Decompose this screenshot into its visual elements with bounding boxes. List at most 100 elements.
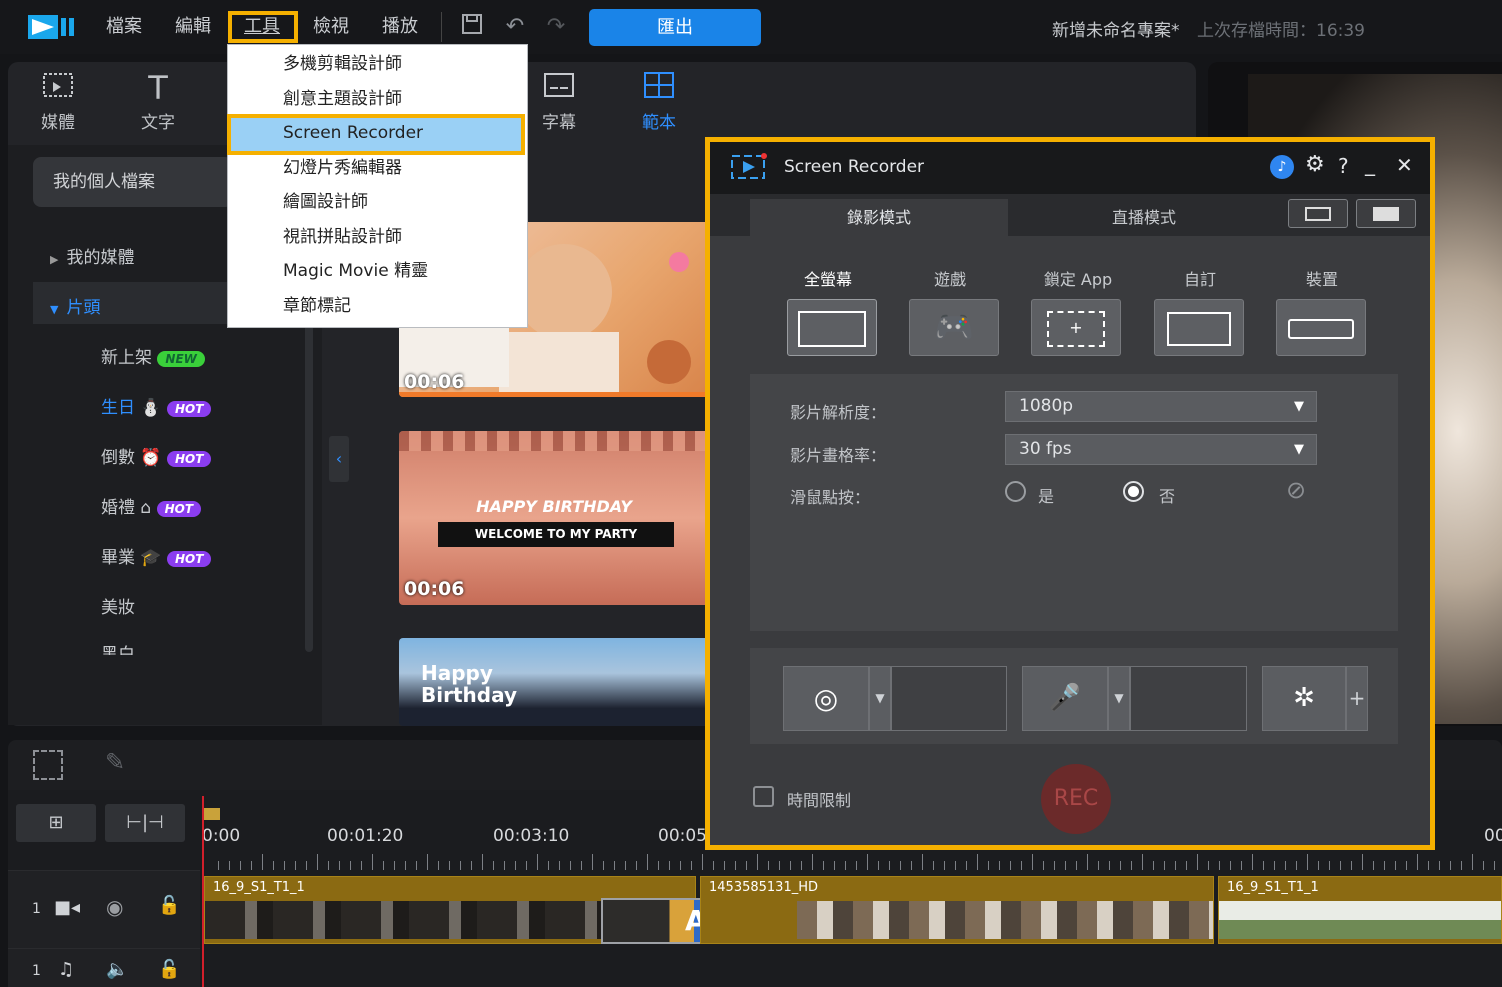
ruler-tick [339, 861, 340, 870]
tab-subtitle[interactable]: 字幕 [524, 70, 594, 133]
timeline-clip[interactable]: 1453585131_HD [700, 876, 1214, 944]
rec-button[interactable]: REC [1041, 764, 1111, 834]
marker-icon[interactable] [204, 808, 220, 820]
ruler-tick [1197, 854, 1198, 870]
pen-icon[interactable]: ✎ [105, 748, 125, 776]
disabled-icon[interactable]: ⊘ [1286, 476, 1306, 504]
game-mode-button[interactable]: 🎮 [909, 299, 999, 356]
undo-icon[interactable]: ↶ [500, 12, 530, 42]
clip-label: 1453585131_HD [709, 880, 818, 895]
framerate-select[interactable]: 30 fps ▼ [1005, 434, 1317, 465]
my-files-button[interactable]: 我的個人檔案 [33, 157, 233, 207]
ruler-tick [1142, 854, 1143, 870]
tab-record-mode[interactable]: 錄影模式 [750, 199, 1008, 236]
fullscreen-mode-button[interactable] [787, 299, 877, 356]
ruler-tick [350, 861, 351, 870]
film-strip [399, 431, 709, 451]
window-toggle[interactable] [1356, 199, 1416, 228]
menu-file[interactable]: 檔案 [100, 14, 148, 40]
thumb-duration: 00:06 [404, 371, 465, 393]
ruler-tick [1285, 861, 1286, 870]
category-wedding[interactable]: 婚禮 ⌂ HOT [101, 493, 202, 518]
device-row: ◎ ▼ 🎤 ▼ ✲ + [750, 648, 1398, 744]
lock-app-mode-button[interactable]: + [1031, 299, 1121, 356]
collapse-sidebar-button[interactable]: ‹ [329, 436, 349, 482]
recorder-title: Screen Recorder [784, 157, 925, 177]
ruler-tick [636, 861, 637, 870]
category-new[interactable]: 新上架 NEW [101, 343, 205, 368]
redo-icon[interactable]: ↷ [541, 12, 571, 42]
minimize-icon[interactable]: _ [1365, 152, 1375, 176]
tab-media[interactable]: 媒體 [23, 70, 93, 133]
clip-frames [1219, 901, 1501, 939]
fit-timeline-button[interactable]: ⊢|⊣ [105, 804, 185, 842]
export-button[interactable]: 匯出 [589, 9, 761, 46]
track-manager-button[interactable]: ⊞ [16, 804, 96, 842]
webcam-dropdown[interactable]: ▼ [869, 666, 891, 731]
menu-view[interactable]: 檢視 [307, 14, 355, 40]
tab-text[interactable]: T 文字 [123, 70, 193, 133]
ruler-tick [658, 861, 659, 870]
time-limit-checkbox[interactable] [753, 786, 774, 807]
clip-label: 16_9_S1_T1_1 [1227, 880, 1319, 895]
menu-item-magic-movie[interactable]: Magic Movie 精靈 [228, 254, 527, 288]
category-countdown[interactable]: 倒數 ⏰ HOT [101, 443, 212, 468]
ruler-tick [691, 861, 692, 870]
ruler-tick [603, 861, 604, 870]
effects-button[interactable]: ✲ [1262, 666, 1346, 731]
menu-item-paint-designer[interactable]: 繪圖設計師 [228, 185, 527, 219]
tab-live-mode[interactable]: 直播模式 [1015, 199, 1273, 236]
close-icon[interactable]: ✕ [1396, 153, 1413, 177]
microphone-dropdown[interactable]: ▼ [1108, 666, 1130, 731]
category-bw[interactable]: 黑白 [101, 640, 161, 655]
dropdown-arrow-icon: ▼ [1294, 442, 1304, 457]
ruler-tick [1483, 861, 1484, 870]
gamepad-icon: 🎮 [934, 308, 974, 346]
lock-icon[interactable]: 🔓 [158, 959, 180, 980]
webcam-button[interactable]: ◎ [783, 666, 869, 731]
ruler-tick [680, 861, 681, 870]
eye-icon[interactable]: ◉ [106, 895, 123, 919]
template-thumb-3[interactable]: Happy Birthday [399, 638, 709, 726]
timeline-clip[interactable]: 16_9_S1_T1_1 [1218, 876, 1502, 944]
notification-bell-icon[interactable]: ♪ [1270, 155, 1294, 179]
menu-item-collage[interactable]: 視訊拼貼設計師 [228, 220, 527, 254]
help-icon[interactable]: ? [1338, 154, 1349, 178]
tree-my-media[interactable]: ▶ 我的媒體 [50, 243, 134, 268]
ruler-tick [1362, 854, 1363, 870]
menu-item-screen-recorder[interactable]: Screen Recorder [228, 116, 527, 150]
menu-item-multicam[interactable]: 多機剪輯設計師 [228, 47, 527, 81]
clip-label: 16_9_S1_T1_1 [213, 880, 305, 895]
ruler-tick [273, 861, 274, 870]
ruler-tick [834, 861, 835, 870]
fullscreen-toggle[interactable] [1288, 199, 1348, 228]
category-makeup[interactable]: 美妝 [101, 593, 135, 618]
tab-label: 文字 [141, 113, 175, 133]
tree-intro[interactable]: ▼ 片頭 [50, 293, 100, 318]
hot-badge: HOT [166, 401, 212, 417]
menu-play[interactable]: 播放 [376, 14, 424, 40]
microphone-button[interactable]: 🎤 [1022, 666, 1108, 731]
category-birthday[interactable]: 生日 ⛄ HOT [101, 393, 212, 418]
custom-mode-button[interactable] [1154, 299, 1244, 356]
save-icon[interactable] [457, 12, 487, 42]
menu-item-slideshow[interactable]: 幻燈片秀編輯器 [228, 151, 527, 185]
mouse-yes-radio[interactable] [1005, 481, 1026, 502]
menu-item-chapter[interactable]: 章節標記 [228, 289, 527, 323]
ruler-tick [1109, 861, 1110, 870]
resolution-select[interactable]: 1080p ▼ [1005, 391, 1317, 422]
lock-icon[interactable]: 🔓 [158, 895, 180, 916]
menu-edit[interactable]: 編輯 [169, 14, 217, 40]
device-mode-button[interactable] [1276, 299, 1366, 356]
fit-icon[interactable] [33, 750, 63, 780]
add-effect-button[interactable]: + [1346, 666, 1368, 731]
menu-item-theme-designer[interactable]: 創意主題設計師 [228, 82, 527, 116]
speaker-icon[interactable]: 🔈 [106, 959, 128, 980]
settings-gear-icon[interactable]: ⚙ [1305, 152, 1325, 177]
category-graduation[interactable]: 畢業 🎓 HOT [101, 543, 212, 568]
tab-template[interactable]: 範本 [624, 70, 694, 133]
ruler-label: 00:01:20 [327, 826, 404, 846]
category-label: 畢業 [101, 548, 135, 568]
mouse-no-radio[interactable] [1123, 481, 1144, 502]
ruler-tick [1208, 861, 1209, 870]
